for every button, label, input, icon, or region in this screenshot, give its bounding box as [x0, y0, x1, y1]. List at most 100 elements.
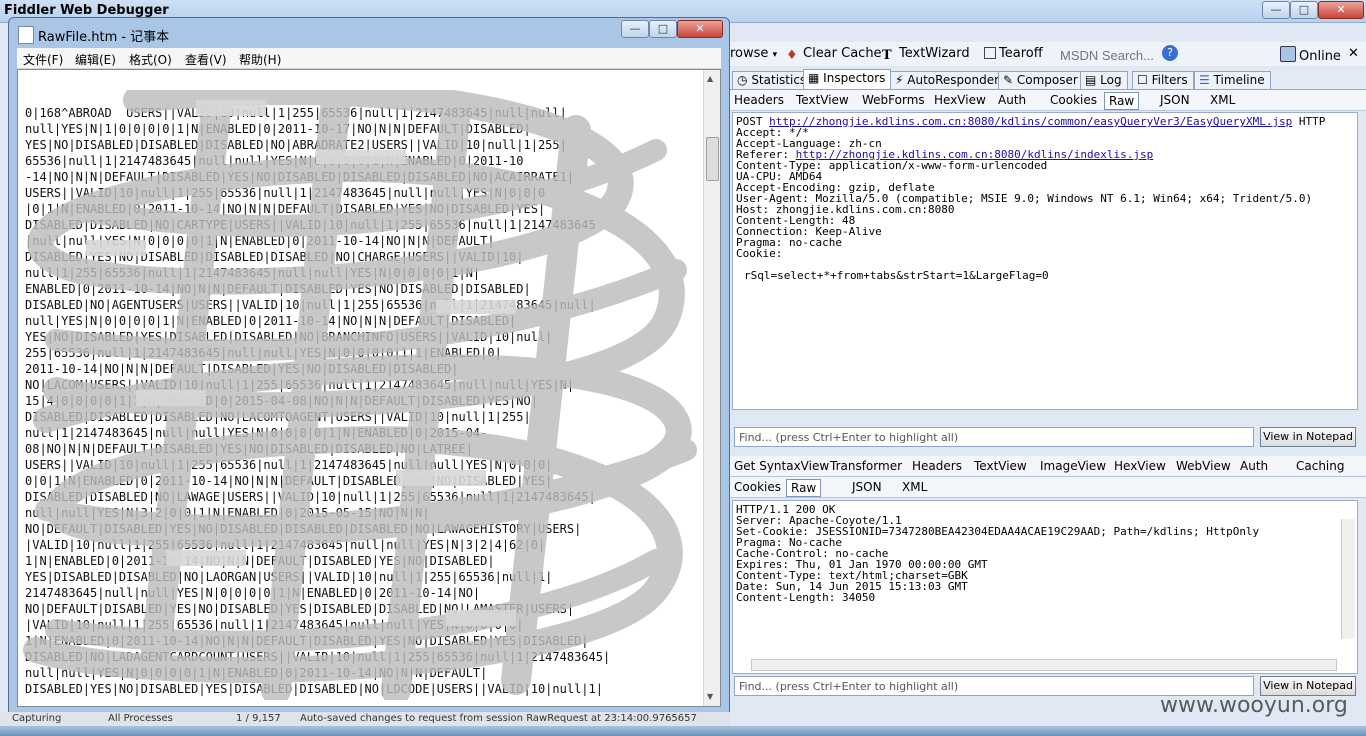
session-count: 1 / 9,157 [236, 713, 281, 724]
resp-tab-webview[interactable]: WebView [1172, 458, 1235, 474]
browse-label: rowse [730, 46, 769, 61]
pixel-block [166, 550, 246, 566]
menu-format[interactable]: 格式(O) [129, 51, 172, 68]
fiddler-toolbar: rowse ▾ ♦ Clear Cache T TextWizard Tearoff… [730, 42, 1366, 66]
req-tab-headers[interactable]: Headers [730, 92, 788, 108]
pixel-block [196, 100, 266, 116]
pencil-icon: ✎ [1003, 73, 1014, 87]
lightning-icon: ⚡ [895, 73, 904, 87]
msdn-search-input[interactable] [1058, 45, 1162, 65]
pixel-block [316, 150, 406, 164]
tab-autoresponder-label: AutoResponder [907, 73, 1000, 87]
tearoff-icon [984, 47, 996, 59]
request-hscrollbar[interactable] [739, 409, 1353, 410]
req-tab-textview[interactable]: TextView [792, 92, 853, 108]
request-body: rSql=select+*+from+tabs&strStart=1&Large… [744, 269, 1049, 282]
network-icon [1280, 46, 1296, 62]
fiddler-title: Fiddler Web Debugger [4, 3, 169, 18]
tab-timeline[interactable]: ☰ Timeline [1194, 71, 1271, 89]
request-find-input[interactable]: Find... (press Ctrl+Enter to highlight a… [734, 427, 1254, 447]
fiddler-minimize-button[interactable]: — [1262, 1, 1290, 19]
tab-timeline-label: Timeline [1213, 73, 1265, 87]
resp-tab-headers[interactable]: Headers [908, 458, 966, 474]
tab-inspectors-label: Inspectors [823, 71, 886, 85]
resp-tab-json[interactable]: JSON [848, 479, 886, 495]
log-icon: ▤ [1085, 73, 1097, 87]
tab-autoresponder[interactable]: ⚡ AutoResponder [890, 71, 1006, 89]
capturing-indicator[interactable]: Capturing [12, 713, 61, 724]
response-vscrollbar[interactable] [1341, 519, 1355, 639]
resp-tab-auth[interactable]: Auth [1236, 458, 1272, 474]
request-inspector-tabs: Headers TextView WebForms HexView Auth C… [730, 90, 1366, 111]
resp-tab-hexview[interactable]: HexView [1110, 458, 1170, 474]
resp-tab-imageview[interactable]: ImageView [1036, 458, 1110, 474]
tab-composer-label: Composer [1016, 73, 1078, 87]
req-tab-raw[interactable]: Raw [1104, 92, 1140, 110]
tab-statistics[interactable]: ◷ Statistics [732, 71, 813, 89]
resp-header-content-length: Content-Length: 34050 [736, 591, 876, 604]
timeline-icon: ☰ [1199, 73, 1210, 87]
response-inspector-tabs-row1: Get SyntaxView Transformer Headers TextV… [730, 456, 1366, 477]
request-url-link[interactable]: http://zhongjie.kdlins.com.cn:8080/kdlin… [769, 115, 1292, 128]
checkbox-icon: ☐ [1137, 73, 1148, 87]
menu-view[interactable]: 查看(V) [185, 51, 227, 68]
response-hscrollbar[interactable] [751, 659, 1337, 671]
header-cookie: Cookie: [736, 247, 783, 260]
fiddler-close-button[interactable]: ✕ [1318, 1, 1364, 19]
notepad-close-button[interactable]: ✕ [677, 20, 723, 38]
inspect-icon: ▦ [808, 71, 820, 85]
resp-tab-caching[interactable]: Caching [1292, 458, 1349, 474]
chevron-down-icon: ▾ [772, 50, 778, 60]
tab-composer[interactable]: ✎ Composer [998, 71, 1084, 89]
request-protocol: HTTP [1292, 115, 1326, 128]
redaction-scribble [23, 90, 697, 700]
resp-tab-cookies[interactable]: Cookies [730, 479, 785, 495]
scroll-up-icon[interactable]: ▲ [707, 74, 713, 83]
tab-inspectors[interactable]: ▦ Inspectors [803, 69, 892, 89]
response-raw-pane[interactable]: HTTP/1.1 200 OK Server: Apache-Coyote/1.… [732, 500, 1358, 674]
watermark: www.wooyun.org [1160, 693, 1348, 718]
pixel-block [446, 610, 516, 626]
req-tab-webforms[interactable]: WebForms [858, 92, 929, 108]
req-tab-json[interactable]: JSON [1156, 92, 1194, 108]
tab-log[interactable]: ▤ Log [1080, 71, 1128, 89]
pixel-block [436, 300, 516, 314]
notepad-minimize-button[interactable]: — [621, 20, 649, 38]
textwizard-icon: T [882, 48, 892, 63]
resp-tab-raw[interactable]: Raw [786, 479, 822, 497]
req-tab-hexview[interactable]: HexView [930, 92, 990, 108]
stopwatch-icon: ◷ [737, 73, 748, 87]
response-inspector-tabs-row2: Cookies Raw JSON XML [730, 477, 1366, 498]
request-line: POST http://zhongjie.kdlins.com.cn:8080/… [736, 116, 1356, 127]
main-tabs: ◷ Statistics ▦ Inspectors ⚡ AutoResponde… [730, 69, 1366, 90]
browse-button[interactable]: rowse ▾ [730, 46, 777, 61]
resp-tab-textview[interactable]: TextView [970, 458, 1031, 474]
textwizard-button[interactable]: T TextWizard [882, 46, 970, 63]
notepad-maximize-button[interactable]: □ [649, 20, 677, 38]
help-icon[interactable]: ? [1162, 45, 1178, 61]
status-message: Auto-saved changes to request from sessi… [300, 713, 697, 724]
request-raw-pane[interactable]: POST http://zhongjie.kdlins.com.cn:8080/… [732, 112, 1358, 410]
request-view-in-notepad-button[interactable]: View in Notepad [1260, 427, 1356, 447]
req-tab-cookies[interactable]: Cookies [1046, 92, 1101, 108]
notepad-icon [18, 26, 34, 44]
req-tab-auth[interactable]: Auth [994, 92, 1030, 108]
fiddler-maximize-button[interactable]: □ [1290, 1, 1318, 19]
tab-filters[interactable]: ☐ Filters [1132, 71, 1194, 89]
process-filter[interactable]: All Processes [108, 713, 173, 724]
resp-tab-transformer[interactable]: Transformer [826, 458, 906, 474]
req-tab-xml[interactable]: XML [1206, 92, 1239, 108]
tab-statistics-label: Statistics [751, 73, 807, 87]
menu-edit[interactable]: 编辑(E) [75, 51, 116, 68]
tearoff-button[interactable]: Tearoff [984, 46, 1043, 61]
toolbar-close-icon[interactable]: ✕ [1348, 46, 1359, 61]
header-content-type: Content-Type: application/x-www-form-url… [736, 159, 1048, 172]
notepad-menubar: 文件(F) 编辑(E) 格式(O) 查看(V) 帮助(H) [17, 48, 721, 69]
tearoff-label: Tearoff [999, 46, 1043, 61]
resp-tab-xml[interactable]: XML [898, 479, 931, 495]
clear-cache-button[interactable]: ♦ Clear Cache [786, 46, 882, 63]
menu-help[interactable]: 帮助(H) [239, 51, 281, 68]
tab-filters-label: Filters [1151, 73, 1188, 87]
resp-tab-syntaxview[interactable]: Get SyntaxView [730, 458, 833, 474]
menu-file[interactable]: 文件(F) [23, 51, 63, 68]
